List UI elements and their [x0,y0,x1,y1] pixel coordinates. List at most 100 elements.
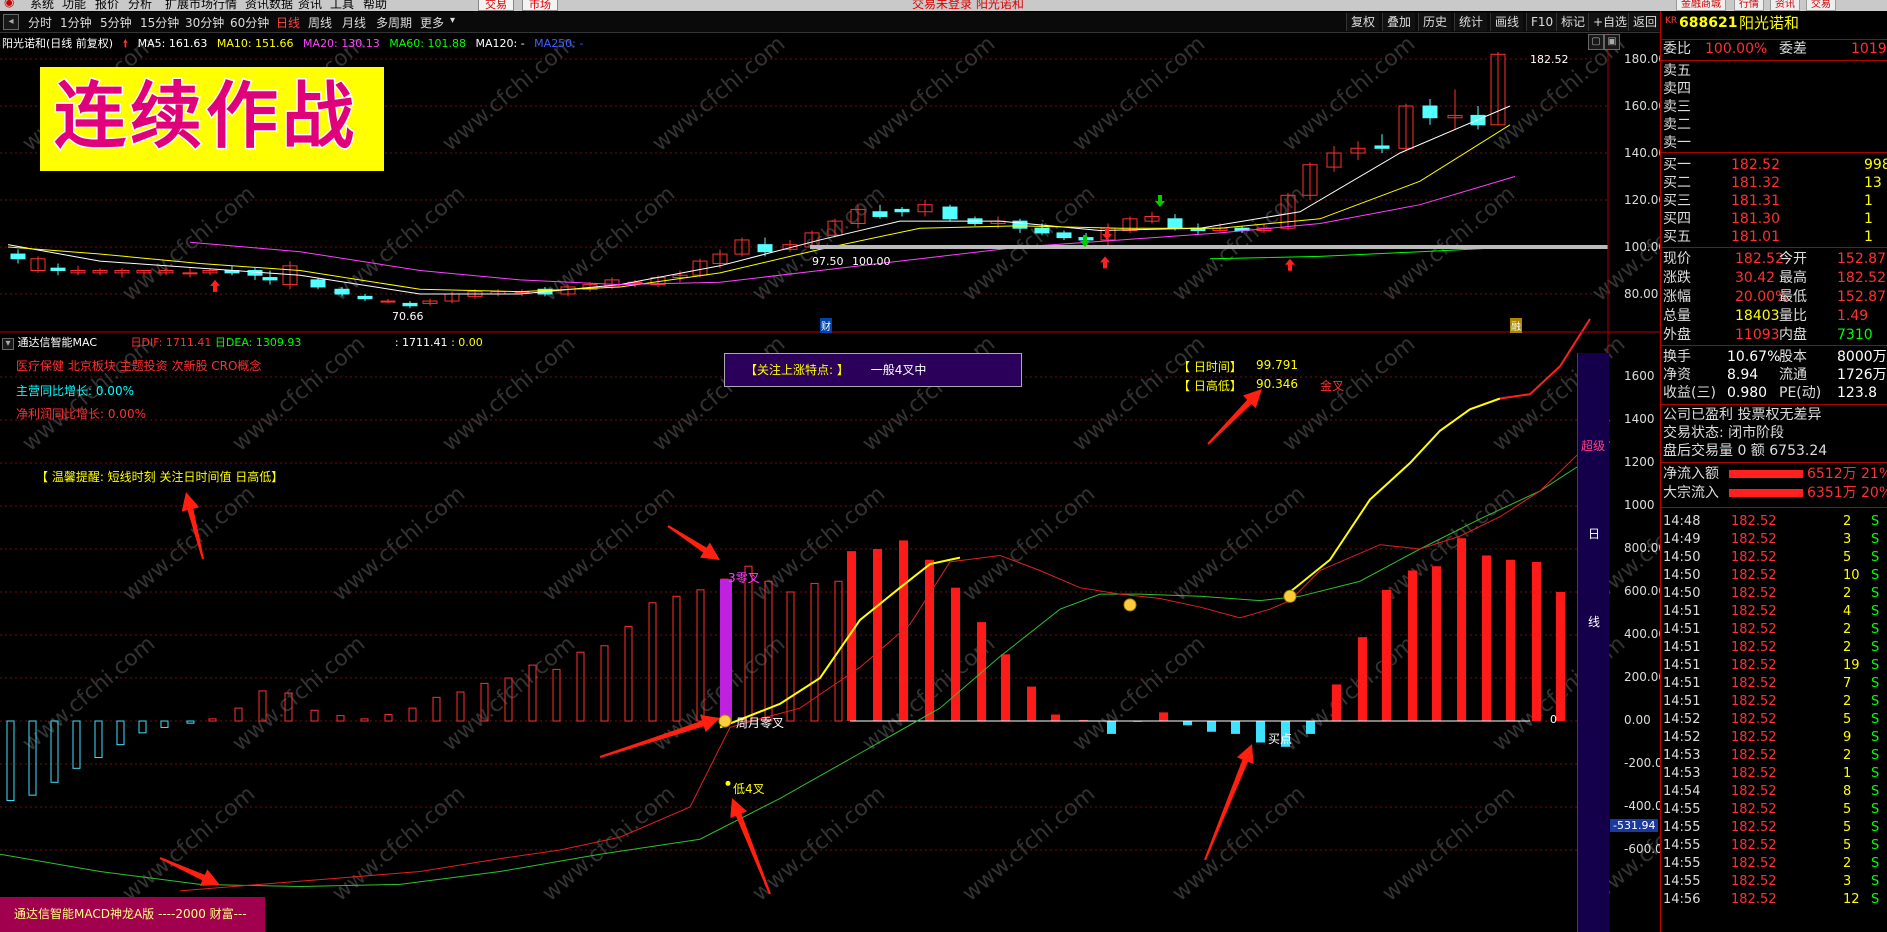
indicator-menu-icon[interactable]: ▾ [2,338,14,350]
period-tab-1min[interactable]: 1分钟 [60,14,92,31]
flow-pct: 20% [1861,485,1887,501]
stat-label: 总量 [1663,308,1691,324]
tick-side: S [1871,550,1880,565]
menu-info-data[interactable]: 资讯数据 [245,0,293,11]
margin-marker[interactable]: 融 [1510,318,1522,333]
menu-news[interactable]: 资讯 [298,0,322,11]
period-tab-multi[interactable]: 多周期 [376,14,412,31]
macd-bar [1107,721,1116,734]
minimize-chart-icon[interactable]: ▢ [1588,34,1604,50]
macd-bar [1506,559,1515,721]
candle-body [942,206,958,220]
expand-chart-icon[interactable]: ▣ [1604,34,1620,50]
ask-label: 卖四 [1663,81,1691,97]
back-button[interactable]: 返回 [1628,13,1662,31]
period-tab-weekly[interactable]: 周线 [308,14,332,31]
menu-help[interactable]: 帮助 [363,0,387,11]
f10-button[interactable]: F10 [1526,13,1558,31]
collapse-icon[interactable]: ◂ [3,14,19,30]
quote-button[interactable]: 行情 [1734,0,1764,11]
menu-tools[interactable]: 工具 [330,0,354,11]
macd-bar [336,715,345,722]
more-dropdown-icon[interactable]: ▾ [450,15,455,26]
watermark-text: www.cfchi.com [748,781,890,906]
macd-bar [72,720,81,769]
profit-growth: 净利润同比增长: 0.00% [16,407,146,421]
ind-tick: 1600 [1624,369,1655,383]
candle-body [1034,227,1050,234]
ask-label: 卖五 [1663,63,1691,79]
bid-label: 买一 [1663,157,1691,173]
overlay-button[interactable]: 叠加 [1382,13,1416,31]
ma120-label: MA120: - [475,37,525,50]
tick-side: S [1871,784,1880,799]
mall-button[interactable]: 金融商城 [1676,0,1726,11]
menu-function[interactable]: 功能 [62,0,86,11]
tick-price: 182.52 [1731,514,1777,529]
down-arrow-icon [1102,227,1112,240]
watermark-text: www.cfchi.com [1068,32,1210,157]
statistics-button[interactable]: 统计 [1454,13,1488,31]
tick-price: 182.52 [1731,820,1777,835]
kr-tag: KR [1665,16,1678,26]
menu-quote[interactable]: 报价 [95,0,119,11]
stat2-row: 换手 10.67% 股本 8000万 [1661,349,1887,366]
stat-label: 今开 [1779,251,1807,267]
tick-side: S [1871,514,1880,529]
watermark-text: www.cfchi.com [118,781,260,906]
period-tab-timeshare[interactable]: 分时 [28,14,52,31]
candle-body [182,272,198,275]
trade-mode-button[interactable]: 交易 [478,0,514,11]
finance-marker[interactable]: 财 [820,318,832,333]
stat-label: 最低 [1779,289,1807,305]
trade-button[interactable]: 交易 [1806,0,1836,11]
buy-point-label: 买点 [1268,732,1293,746]
tick-time: 14:51 [1663,622,1701,637]
period-tab-5min[interactable]: 5分钟 [100,14,132,31]
stat-value: 11093 [1735,327,1780,343]
tick-row: 14:55 182.52 3 S [1661,873,1887,891]
period-tab-15min[interactable]: 15分钟 [140,14,179,31]
macd-bar [925,559,934,721]
money-bag-icon [1283,589,1297,603]
tick-volume: 9 [1843,730,1852,745]
stat-label: 换手 [1663,349,1691,365]
add-favorite-button[interactable]: +自选 [1588,13,1632,31]
signal-dot [725,780,731,786]
stat-row: 涨跌 30.42 最高 182.52 [1661,270,1887,287]
period-tab-30min[interactable]: 30分钟 [185,14,224,31]
tick-price: 182.52 [1731,604,1777,619]
menu-analysis[interactable]: 分析 [128,0,152,11]
watermark-text: www.cfchi.com [328,781,470,906]
stat-value: 152.87 [1837,289,1886,305]
draw-line-button[interactable]: 画线 [1490,13,1524,31]
tick-time: 14:53 [1663,766,1701,781]
stat-value: 18403 [1735,308,1780,324]
mark-button[interactable]: 标记 [1556,13,1590,31]
ma5-label: MA5: 161.63 [137,37,208,50]
menu-extended-market[interactable]: 扩展市场行情 [165,0,237,11]
tick-price: 182.52 [1731,640,1777,655]
history-button[interactable]: 历史 [1418,13,1452,31]
restore-rights-button[interactable]: 复权 [1346,13,1380,31]
tick-side: S [1871,694,1880,709]
bid-volume: 1 [1864,211,1873,227]
watermark-text: www.cfchi.com [18,631,160,756]
bid-price: 181.32 [1731,175,1780,191]
menu-system[interactable]: 系统 [30,0,54,11]
price-band [810,245,1608,249]
period-tab-more[interactable]: 更多 [420,14,444,31]
info-button[interactable]: 资讯 [1770,0,1800,11]
tick-volume: 2 [1843,622,1852,637]
period-tab-monthly[interactable]: 月线 [342,14,366,31]
macd-bar [600,645,609,722]
tick-side: S [1871,676,1880,691]
macd-bar [186,720,195,724]
market-mode-button[interactable]: 市场 [522,0,558,11]
tick-time: 14:49 [1663,532,1701,547]
tick-price: 182.52 [1731,658,1777,673]
watermark-text: www.cfchi.com [648,32,790,157]
indicator-name[interactable]: 通达信智能MAC [18,336,98,349]
period-tab-60min[interactable]: 60分钟 [230,14,269,31]
period-tab-daily[interactable]: 日线 [276,14,300,31]
